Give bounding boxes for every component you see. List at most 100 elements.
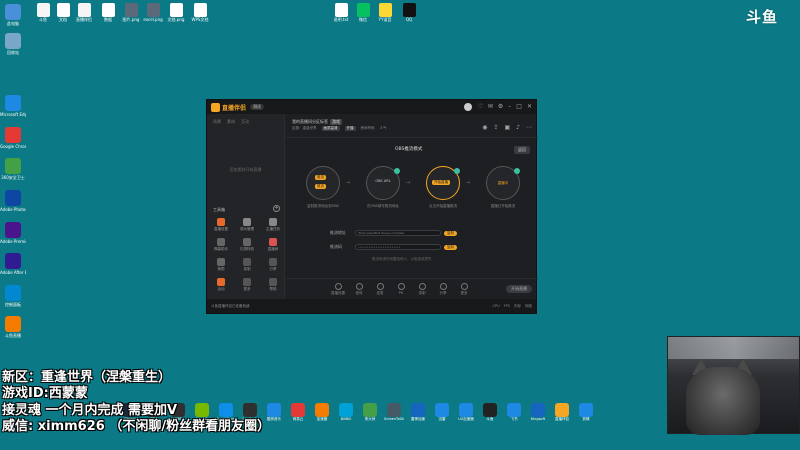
tool-item[interactable]: 直播设置	[209, 218, 233, 232]
taskbar-app[interactable]: 斗鱼	[480, 403, 500, 421]
step-3-caption: 点击开始直播推流	[429, 204, 457, 208]
taskbar-app[interactable]: 雷神加速	[408, 403, 428, 421]
desktop-icon[interactable]: Google Chrome	[0, 127, 26, 149]
step-3-button[interactable]: 开始直播	[432, 180, 450, 185]
desktop-icon[interactable]: QQ	[398, 3, 420, 22]
add-tool-button[interactable]: +	[273, 205, 280, 212]
tool-item[interactable]: 帮助	[261, 278, 285, 292]
taskbar-app[interactable]: 迅雷	[432, 403, 452, 421]
app-version-badge[interactable]: 测试	[250, 104, 265, 110]
tab-material[interactable]: 素材	[227, 119, 235, 125]
tab-scene[interactable]: 场景	[213, 119, 221, 125]
toolbar-item[interactable]: 连麦	[372, 283, 388, 296]
toolbar-item[interactable]: 分享	[435, 283, 451, 296]
app-logo-icon	[211, 102, 220, 112]
start-live-button[interactable]: 开始直播	[506, 285, 532, 293]
desktop-icon-label: Adobe Photoshop	[0, 207, 26, 212]
step-1-button-b[interactable]: 推流	[315, 184, 326, 189]
desktop-icon[interactable]: 数据	[97, 3, 119, 22]
desktop-icon[interactable]: 此电脑	[0, 4, 26, 26]
desktop-icon[interactable]: 360安全卫士	[0, 158, 26, 180]
room-title[interactable]: 我的直播间分区标签	[292, 119, 328, 124]
desktop-icon[interactable]: excel.png	[142, 3, 164, 22]
desktop-icon[interactable]: Adobe After Effects	[0, 253, 26, 275]
taskbar-app[interactable]: Kingsoft	[528, 403, 548, 421]
more-icon[interactable]: ⋯	[526, 124, 532, 131]
settings-icon[interactable]: ⚙	[498, 103, 503, 111]
desktop-icon[interactable]: 控制面板	[0, 285, 26, 307]
taskbar-app[interactable]: BiliBili	[336, 403, 356, 421]
desktop-icon[interactable]: Microsoft Edge	[0, 95, 26, 117]
taskbar-app-label: 网易云	[292, 417, 304, 421]
desktop-icon[interactable]: 斗鱼直播	[0, 316, 26, 338]
copy-url-button[interactable]: 复制	[444, 230, 457, 236]
camera-icon[interactable]: ◉	[482, 124, 487, 131]
share-icon[interactable]: ⇪	[493, 124, 498, 131]
gift-icon[interactable]: ♡	[477, 103, 482, 111]
tool-item[interactable]: 礼物特效	[235, 238, 259, 252]
desktop-icon[interactable]: 图片.png	[120, 3, 142, 22]
room-meta-quality[interactable]: 画质高清	[321, 126, 340, 131]
desktop-icon[interactable]: WPS文档	[189, 3, 211, 22]
tab-interact[interactable]: 互动	[241, 119, 249, 125]
tool-item[interactable]: 直播间	[261, 238, 285, 252]
taskbar-app[interactable]: 飞书	[504, 403, 524, 421]
desktop-icon-label: 文档.png	[167, 17, 185, 22]
room-meta-start[interactable]: 开播	[344, 126, 356, 131]
toolbar-item[interactable]: 直播设置	[330, 283, 346, 296]
desktop-icon[interactable]: 文档.png	[165, 3, 187, 22]
taskbar-app-label: BiliBili	[340, 417, 352, 421]
push-url-field[interactable]: rtmp://sendtc3.douyu.com/live	[355, 230, 441, 236]
taskbar-app[interactable]: 加速器	[312, 403, 332, 421]
desktop-icon[interactable]: Adobe Premiere	[0, 222, 26, 244]
back-button[interactable]: 返回	[514, 146, 530, 154]
taskbar-app[interactable]: 网易云	[288, 403, 308, 421]
tool-item[interactable]: 观众管理	[235, 218, 259, 232]
copy-key-button[interactable]: 复制	[444, 244, 457, 250]
tool-item[interactable]: 弹幕助手	[209, 238, 233, 252]
taskbar-app[interactable]: UU加速器	[456, 403, 476, 421]
screen-icon[interactable]: ▣	[504, 124, 510, 131]
file-icon	[77, 3, 91, 17]
close-icon[interactable]: ✕	[527, 103, 532, 111]
desktop-icon[interactable]: 回收站	[0, 33, 26, 55]
tool-item[interactable]: 分享	[261, 258, 285, 272]
avatar[interactable]	[464, 103, 473, 111]
desktop-icon[interactable]: 微信	[352, 3, 374, 22]
taskbar-app[interactable]: ScreenToGif	[384, 403, 404, 421]
streaming-app-window: 直播伴侣 测试 ♡ ✉ ⚙ – □ ✕ 场景 素材 互动 添加素材开始直播 工具…	[206, 99, 538, 314]
toolbar-item[interactable]: PK	[393, 283, 409, 295]
file-icon	[146, 3, 160, 17]
room-title-row: 我的直播间分区标签 游戏	[292, 119, 342, 125]
desktop-icon[interactable]: Adobe Photoshop	[0, 190, 26, 212]
room-meta-server[interactable]: 区服：重逢世界	[292, 126, 317, 131]
push-key-field[interactable]: ••••••••••••••••••••••••	[355, 244, 441, 250]
desktop-icon[interactable]: 文档	[52, 3, 74, 22]
app-titlebar: 直播伴侣 测试 ♡ ✉ ⚙ – □ ✕	[207, 100, 536, 114]
app-icon	[5, 253, 21, 269]
taskbar-app[interactable]: 剪辑	[576, 403, 596, 421]
tool-item[interactable]: 主播任务	[261, 218, 285, 232]
desktop-icon[interactable]: YY语音	[374, 3, 396, 22]
toolbar-item[interactable]: 录制	[414, 283, 430, 296]
tool-item[interactable]: 活动	[209, 278, 233, 292]
maximize-icon[interactable]: □	[516, 103, 522, 111]
message-icon[interactable]: ✉	[488, 103, 493, 111]
tool-item[interactable]: 更多	[235, 278, 259, 292]
desktop-icon[interactable]: 直播伴侣	[73, 3, 95, 22]
taskbar-app[interactable]: 直播伴侣	[552, 403, 572, 421]
room-category-tag[interactable]: 游戏	[330, 119, 342, 125]
toolbar-item[interactable]: 更多	[456, 283, 472, 296]
tool-item[interactable]: 录制	[235, 258, 259, 272]
step-1-button-a[interactable]: 推流	[315, 175, 326, 180]
minimize-icon[interactable]: –	[508, 103, 511, 111]
desktop-icon[interactable]: 斗鱼	[32, 3, 54, 22]
tool-item[interactable]: 美颜	[209, 258, 233, 272]
bell-icon[interactable]: ♪	[516, 124, 520, 131]
taskbar-app[interactable]: 鲁大师	[360, 403, 380, 421]
arrow-icon: →	[466, 180, 471, 186]
toolbar-item[interactable]: 音效	[351, 283, 367, 296]
desktop-icon[interactable]: 说明.txt	[330, 3, 352, 22]
app-icon	[5, 222, 21, 238]
desktop-icon-label: YY语音	[378, 17, 392, 22]
